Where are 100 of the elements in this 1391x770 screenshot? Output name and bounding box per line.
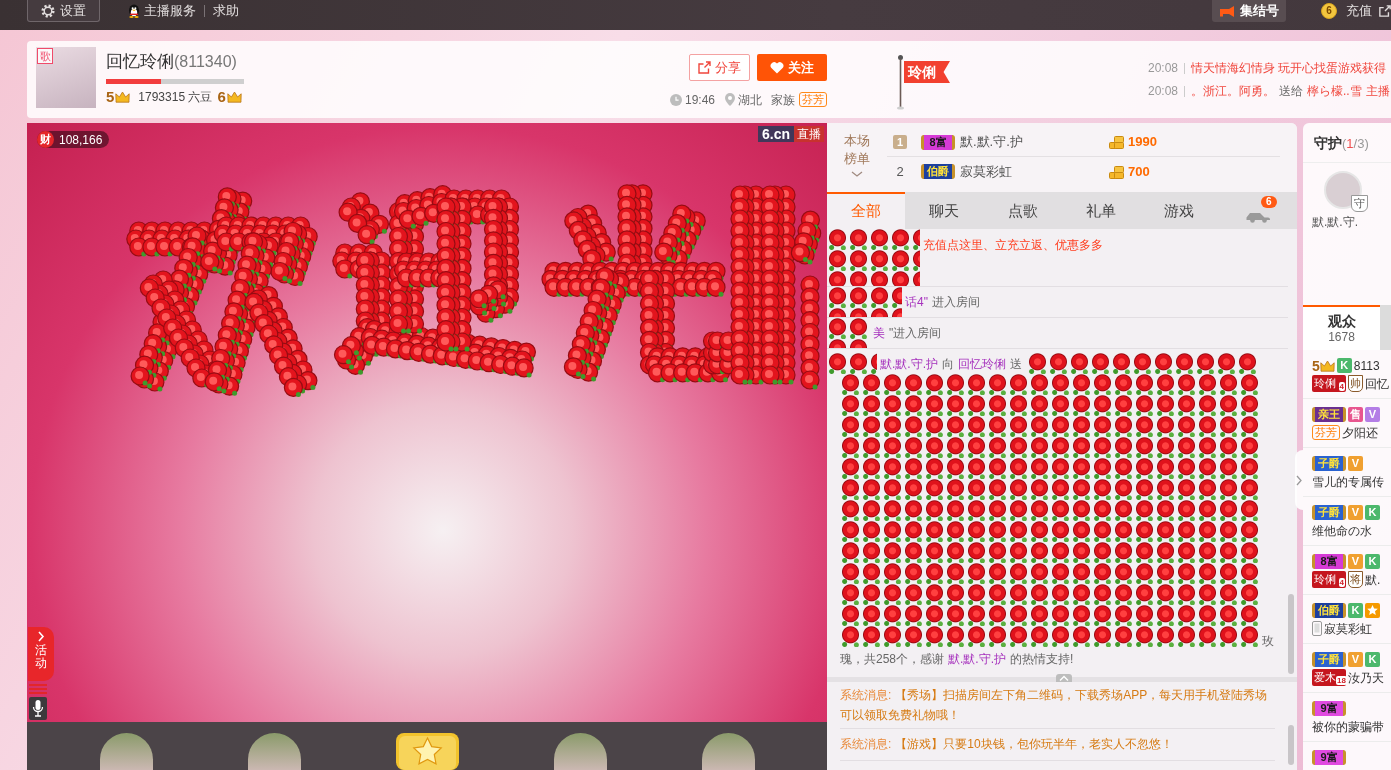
penguin-icon (127, 4, 141, 18)
rank-badge: 子爵 (1312, 652, 1346, 667)
username: 雪儿的专属传 (1312, 473, 1384, 491)
rank-badge: 子爵 (1312, 505, 1346, 520)
family-badge: 芬芳 (799, 92, 827, 107)
rank-badge: 亲王 (1312, 407, 1346, 422)
system-message: 系统消息: 【秀场】扫描房间左下角二维码，下载秀场APP，每天用手机登陆秀场可以领取免费礼物哦！ (840, 682, 1275, 729)
rank-badge: 伯爵 (921, 164, 955, 179)
nav-link[interactable]: 求助 (213, 1, 239, 21)
rich-level: 6 (217, 89, 226, 104)
follow-button[interactable]: 关注 (757, 54, 827, 81)
settings-icon (41, 3, 55, 18)
chevron-right-icon (37, 631, 45, 642)
username-link[interactable]: 默.默.守.护 (880, 354, 938, 373)
avatar-placeholder[interactable] (702, 733, 755, 770)
system-message: 系统消息: 【游戏】只要10块钱，包你玩半年，老实人不忽悠！ (840, 729, 1275, 761)
share-button[interactable]: 分享 (689, 54, 750, 81)
chat-tab[interactable]: 礼单 (1062, 192, 1141, 229)
recharge-link[interactable]: 充值 (1346, 1, 1372, 21)
family-label: 家族 (771, 91, 795, 109)
avatar-placeholder[interactable] (248, 733, 301, 770)
microphone-icon[interactable] (29, 697, 47, 720)
scrollbar-thumb[interactable] (1288, 725, 1294, 765)
category-tag: 歌 (37, 48, 53, 64)
host-level: 5 (106, 89, 115, 104)
rank-badge: 9富 (1312, 701, 1346, 716)
user-badge: V (1348, 456, 1363, 471)
username: 寂莫彩虹 (960, 162, 1013, 181)
rank-medal: 帅 (1348, 375, 1363, 392)
room-id: (811340) (174, 52, 237, 72)
guard-badge: 守 (1351, 195, 1368, 212)
broadcast-time: 20:08 (1148, 83, 1179, 100)
user-badge: 售 (1348, 407, 1363, 422)
family-badge: 芬芳 (1312, 425, 1340, 440)
location-text: 湖北 (738, 91, 762, 109)
guard-name: 默.默.守. (1312, 214, 1358, 231)
coin-amount: 700 (1128, 162, 1150, 181)
streamer-name: 回忆玲俐 (106, 51, 174, 74)
star-tile-icon[interactable] (396, 733, 459, 770)
chat-tab[interactable]: 游戏 (1140, 192, 1219, 229)
audience-tab[interactable]: 观众 1678 (1303, 305, 1380, 350)
chat-tab[interactable]: 全部 (827, 192, 906, 229)
live-time: 19:46 (684, 91, 715, 109)
rally-button[interactable]: 集结号 (1212, 0, 1286, 22)
username-link[interactable]: 美 (873, 324, 885, 342)
expand-handle[interactable] (1295, 450, 1303, 510)
broadcast-text: 情天情海幻情身 玩开心找蛋游戏获得 (1191, 60, 1387, 77)
username-link[interactable]: 回忆玲俐 (958, 354, 1006, 373)
guard-title: 守护(1/3) (1314, 133, 1369, 153)
chat-tab[interactable]: 点歌 (983, 192, 1062, 229)
chat-tab[interactable]: 6 (1218, 192, 1297, 229)
chevron-down-icon[interactable] (851, 171, 863, 178)
chat-text: 的热情支持! (1010, 651, 1074, 668)
activity-tab[interactable]: 活动 (28, 627, 54, 681)
chevron-up-icon (1059, 674, 1069, 682)
user-badge: K (1365, 554, 1380, 569)
crown-icon (115, 90, 131, 103)
collapse-handle[interactable] (1056, 674, 1072, 682)
chat-text: 送 (1010, 355, 1022, 373)
username-link[interactable]: 话4" (905, 293, 928, 311)
username: 夕阳还 (1342, 424, 1378, 442)
avatar-placeholder[interactable] (554, 733, 607, 770)
coins-icon (1109, 135, 1124, 149)
export-icon[interactable] (1379, 5, 1391, 17)
fan-level: 4 (1338, 382, 1345, 391)
username: 寂莫彩虹 (1324, 620, 1372, 638)
rank-badge: 8富 (1312, 554, 1346, 569)
username: 回忆 (1365, 375, 1389, 393)
chat-tab[interactable]: 聊天 (905, 192, 984, 229)
nav-link[interactable]: 主播服务 (127, 1, 196, 21)
fan-name: 爱木 (1314, 670, 1336, 685)
phone-icon (1312, 621, 1322, 636)
user-badge: K (1365, 505, 1380, 520)
rank-badge: 9富 (1312, 750, 1346, 765)
heart-icon (770, 61, 784, 74)
user-level: 5 (1312, 358, 1320, 373)
share-icon (698, 61, 711, 74)
avatar-placeholder[interactable] (100, 733, 153, 770)
count-badge: 6 (1260, 196, 1277, 208)
coin-amount: 1990 (1128, 133, 1157, 152)
fan-level: 18 (1336, 676, 1347, 685)
user-badge: V (1365, 407, 1380, 422)
broadcast-time: 20:08 (1148, 60, 1179, 77)
username-link[interactable]: 默.默.守.护 (948, 650, 1007, 668)
chevron-right-icon (1296, 474, 1302, 486)
crown-icon (1319, 359, 1335, 372)
username: 维他命の水 (1312, 522, 1372, 540)
rank-medal: 将 (1348, 571, 1363, 588)
crown-icon (226, 90, 242, 103)
username: 默.默.守.护 (960, 133, 1024, 152)
username: 汝乃天 (1348, 669, 1384, 687)
settings-button[interactable]: 设置 (27, 0, 100, 22)
leaderboard-label[interactable]: 本场榜单 (844, 132, 870, 168)
rank-number: 2 (896, 162, 904, 181)
bean-count: 1793315 六豆 (138, 88, 213, 106)
clock-icon (669, 93, 682, 106)
user-badge: K (1336, 358, 1352, 373)
location-pin-icon (725, 93, 735, 106)
scrollbar-thumb[interactable] (1288, 594, 1294, 674)
stripes-icon (29, 684, 47, 694)
